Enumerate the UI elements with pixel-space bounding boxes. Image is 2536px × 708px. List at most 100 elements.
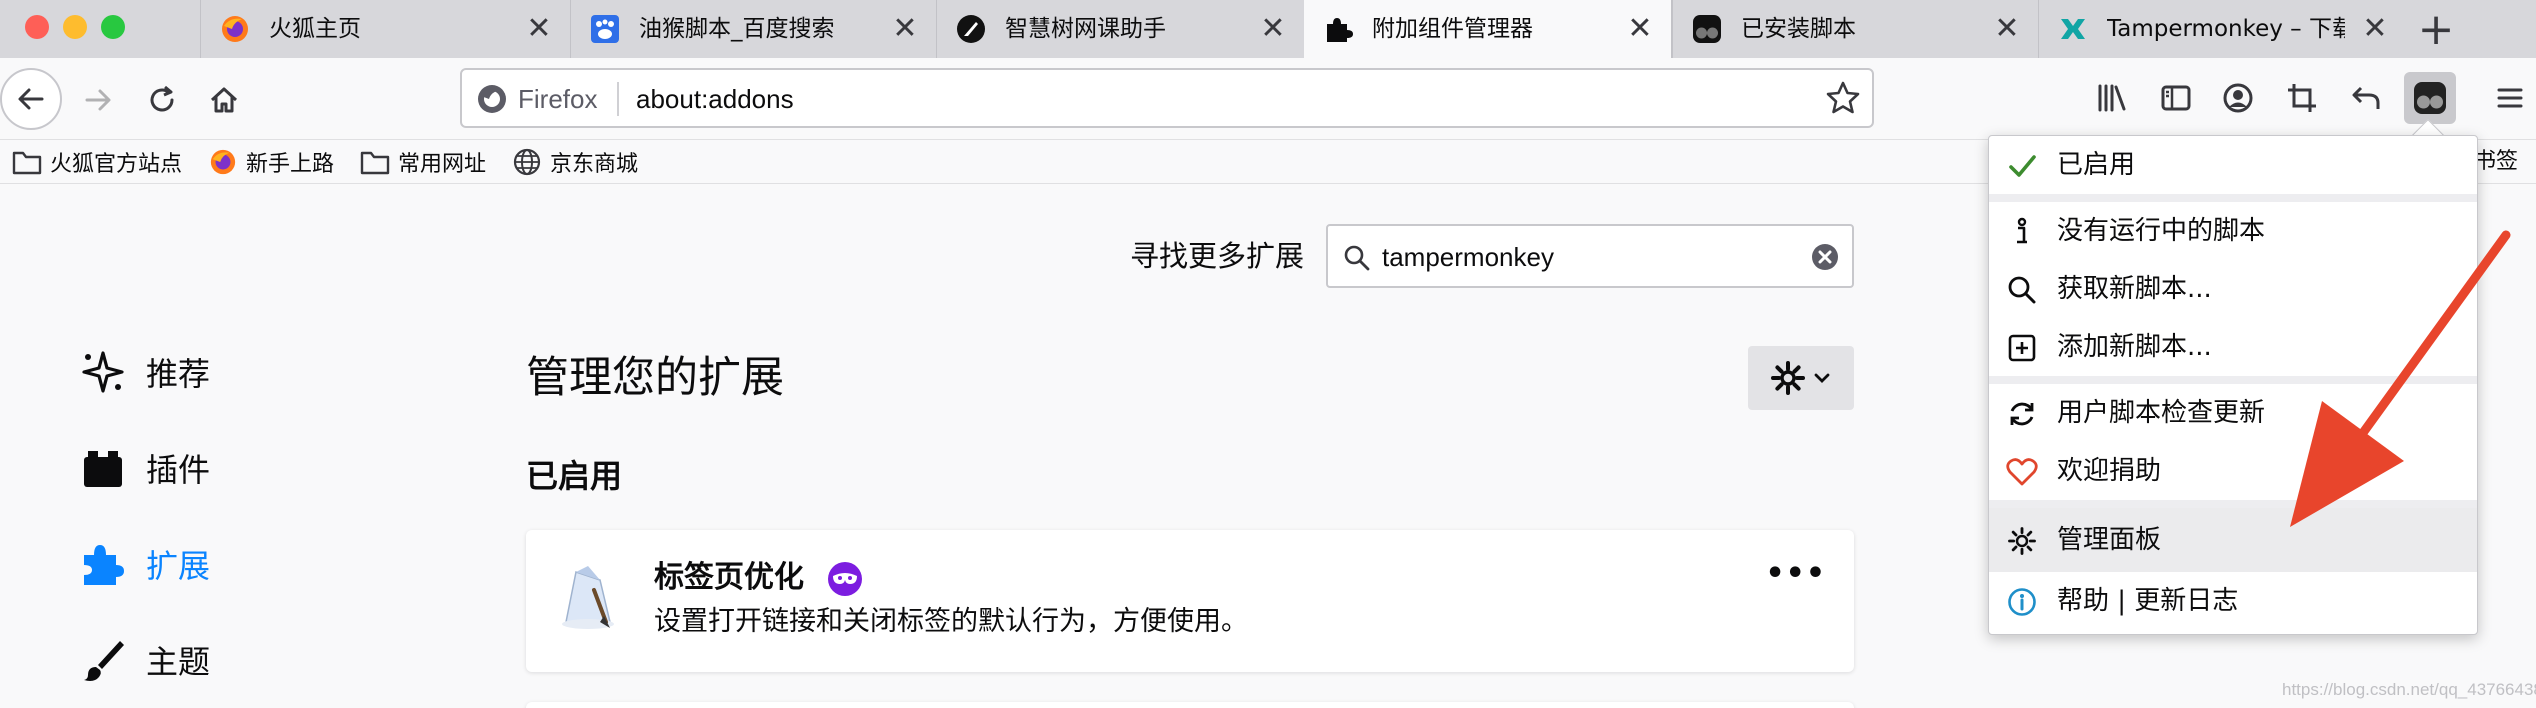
firefox-icon xyxy=(219,13,251,45)
bookmark-label: 新手上路 xyxy=(246,152,335,177)
tab-label: 附加组件管理器 xyxy=(1372,16,1533,42)
account-icon xyxy=(2223,83,2253,113)
refresh-icon xyxy=(2005,397,2039,431)
menu-item-label: 没有运行中的脚本 xyxy=(2057,216,2266,246)
heart-icon xyxy=(2005,455,2039,489)
category-extensions[interactable]: 扩展 xyxy=(78,536,210,592)
more-options-icon[interactable]: ••• xyxy=(1765,556,1826,591)
menu-help-changelog[interactable]: 帮助 | 更新日志 xyxy=(1989,572,2477,630)
bookmark-star-icon[interactable] xyxy=(1824,79,1862,117)
addon-card-partial[interactable] xyxy=(526,702,1854,708)
bookmark-jd-mall[interactable]: 京东商城 xyxy=(512,144,638,180)
page-title: 管理您的扩展 xyxy=(526,353,784,403)
menu-item-label: 用户脚本检查更新 xyxy=(2057,398,2266,428)
window-minimize-button[interactable] xyxy=(63,15,87,39)
new-tab-button[interactable]: + xyxy=(2407,4,2465,55)
undo-icon xyxy=(2352,86,2380,109)
gear-icon xyxy=(2005,524,2039,558)
close-icon[interactable]: ✕ xyxy=(1622,10,1658,46)
close-icon[interactable]: ✕ xyxy=(521,10,557,46)
tab-installed-scripts[interactable]: 已安装脚本 ✕ xyxy=(1672,0,2038,58)
info-circle-icon xyxy=(2005,585,2039,619)
addon-tools-button[interactable] xyxy=(1748,346,1854,410)
brush-icon xyxy=(78,635,128,685)
folder-icon xyxy=(12,147,42,177)
url-text[interactable]: about:addons xyxy=(636,82,794,116)
tab-zhihuishu-helper[interactable]: 智慧树网课助手 ✕ xyxy=(936,0,1304,58)
close-icon[interactable]: ✕ xyxy=(887,10,923,46)
screenshot-button[interactable] xyxy=(2276,72,2328,124)
tab-label: Tampermonkey – 下载 Fi xyxy=(2107,16,2345,42)
folder-icon xyxy=(360,147,390,177)
plugin-icon xyxy=(78,443,128,493)
account-button[interactable] xyxy=(2212,72,2264,124)
bookmark-getting-started[interactable]: 新手上路 xyxy=(208,144,334,180)
reload-button[interactable] xyxy=(140,78,184,122)
addon-card[interactable]: 标签页优化 设置打开链接和关闭标签的默认行为，方便使用。 ••• xyxy=(526,530,1854,672)
tab-tampermonkey-download[interactable]: Tampermonkey – 下载 Fi ✕ xyxy=(2038,0,2408,58)
url-separator xyxy=(617,82,619,116)
menu-item-label: 欢迎捐助 xyxy=(2057,456,2162,486)
magnifier-icon xyxy=(2005,273,2039,307)
back-button[interactable] xyxy=(0,68,62,130)
app-menu-button[interactable] xyxy=(2484,72,2536,124)
category-label: 插件 xyxy=(146,451,211,489)
globe-icon xyxy=(512,147,542,177)
category-themes[interactable]: 主题 xyxy=(78,632,210,688)
arrow-right-icon xyxy=(85,89,111,111)
home-button[interactable] xyxy=(202,78,246,122)
category-plugins[interactable]: 插件 xyxy=(78,440,210,496)
checkmark-icon xyxy=(2005,149,2039,183)
navigation-toolbar: Firefox about:addons xyxy=(0,58,2536,140)
firefox-icon xyxy=(208,147,238,177)
firefox-logo-icon xyxy=(478,85,506,113)
url-brand-label: Firefox xyxy=(518,83,598,114)
gear-icon xyxy=(1771,361,1805,395)
close-icon[interactable]: ✕ xyxy=(1989,10,2025,46)
home-icon xyxy=(210,87,238,113)
menu-item-label: 帮助 | 更新日志 xyxy=(2057,586,2239,616)
annotation-arrow xyxy=(2290,230,2511,527)
menu-enabled[interactable]: 已启用 xyxy=(1989,136,2477,194)
tab-label: 火狐主页 xyxy=(269,16,361,42)
tab-label: 油猴脚本_百度搜索 xyxy=(639,16,835,42)
tab-addons-manager[interactable]: 附加组件管理器 ✕ xyxy=(1304,0,1672,62)
section-enabled-heading: 已启用 xyxy=(526,457,623,495)
tampermonkey-icon xyxy=(2414,82,2446,114)
tampermonkey-teal-icon xyxy=(2057,13,2089,45)
sidebar-icon xyxy=(2161,85,2191,111)
forward-button[interactable] xyxy=(76,78,120,122)
search-value[interactable]: tampermonkey xyxy=(1382,240,1554,274)
clear-search-icon[interactable] xyxy=(1810,242,1840,272)
bookmark-label: 京东商城 xyxy=(550,152,639,177)
addon-name[interactable]: 标签页优化 xyxy=(654,558,804,598)
reload-icon xyxy=(150,85,174,112)
addons-search-input[interactable]: tampermonkey xyxy=(1326,224,1854,288)
menu-separator xyxy=(1989,194,2477,202)
bookmark-label: 火狐官方站点 xyxy=(50,152,183,177)
library-icon xyxy=(2098,84,2126,112)
find-more-extensions-label: 寻找更多扩展 xyxy=(1130,239,1305,273)
close-icon[interactable]: ✕ xyxy=(2357,10,2393,46)
tab-firefox-home[interactable]: 火狐主页 ✕ xyxy=(200,0,570,58)
chevron-down-icon xyxy=(1814,373,1830,383)
library-button[interactable] xyxy=(2086,72,2138,124)
addon-description: 设置打开链接和关闭标签的默认行为，方便使用。 xyxy=(654,606,1248,637)
identity-box[interactable]: Firefox xyxy=(476,82,597,116)
bookmark-firefox-official[interactable]: 火狐官方站点 xyxy=(12,144,182,180)
bookmark-common-sites[interactable]: 常用网址 xyxy=(360,144,486,180)
hamburger-icon xyxy=(2497,88,2523,108)
window-zoom-button[interactable] xyxy=(101,15,125,39)
sidebar-button[interactable] xyxy=(2150,72,2202,124)
window-close-button[interactable] xyxy=(25,15,49,39)
tab-baidu-search[interactable]: 油猴脚本_百度搜索 ✕ xyxy=(570,0,936,58)
watermark: https://blog.csdn.net/qq_43766438 xyxy=(2282,680,2536,699)
other-bookmarks-label[interactable]: 书签 xyxy=(2474,144,2518,180)
baidu-paw-icon xyxy=(589,13,621,45)
category-label: 扩展 xyxy=(146,547,211,585)
undo-close-tab-button[interactable] xyxy=(2340,72,2392,124)
category-recommended[interactable]: 推荐 xyxy=(78,344,210,400)
url-bar[interactable]: Firefox about:addons xyxy=(460,68,1874,128)
tampermonkey-toolbar-button[interactable] xyxy=(2404,72,2456,124)
close-icon[interactable]: ✕ xyxy=(1255,10,1291,46)
